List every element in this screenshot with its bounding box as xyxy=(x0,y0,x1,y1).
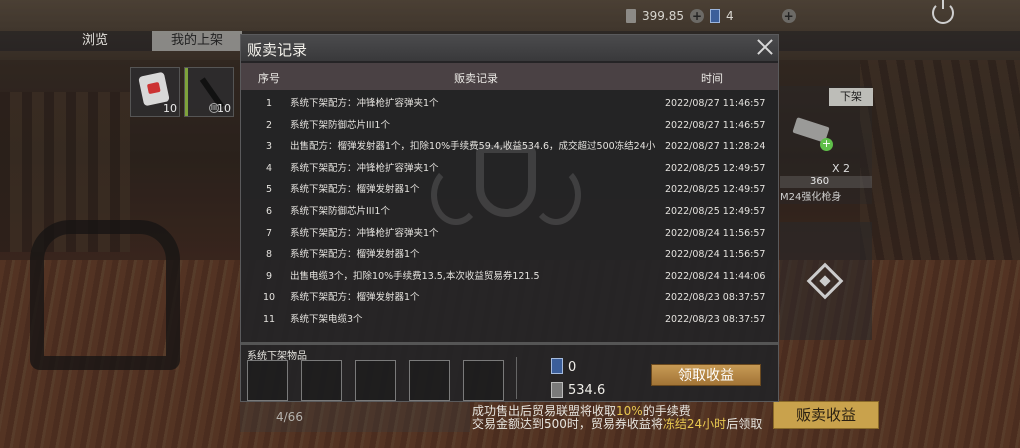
modal-divider xyxy=(241,342,778,345)
ticket-count: 4 xyxy=(726,9,734,23)
row-time: 2022/08/24 11:44:06 xyxy=(665,270,766,282)
item-count: 10 xyxy=(217,102,231,115)
row-number: 11 xyxy=(262,313,276,325)
row-record: 系统下架配方：榴弹发射器1个 xyxy=(290,249,420,261)
table-row: 11 系统下架电缆3个 2022/08/23 08:37:57 xyxy=(241,309,778,331)
table-row: 5 系统下架配方：榴弹发射器1个 2022/08/25 12:49:57 xyxy=(241,179,778,201)
currency-icon xyxy=(551,382,563,398)
row-time: 2022/08/25 12:49:57 xyxy=(665,184,766,196)
claim-earnings-button[interactable]: 领取收益 xyxy=(651,364,761,386)
row-record: 系统下架配方：冲锋枪扩容弹夹1个 xyxy=(290,227,439,239)
ticket-icon xyxy=(710,9,720,23)
item-count: 10 xyxy=(163,102,177,115)
row-time: 2022/08/27 11:46:57 xyxy=(665,119,766,131)
delisted-item-slot[interactable] xyxy=(301,360,342,401)
inventory-slot[interactable]: 10 xyxy=(130,67,180,117)
add-ticket-button[interactable]: + xyxy=(781,9,796,23)
row-record: 出售电缆3个，扣除10%手续费13.5,本次收益贸易券121.5 xyxy=(290,270,540,282)
column-header-no: 序号 xyxy=(258,72,280,85)
table-row: 6 系统下架防御芯片III1个 2022/08/25 12:49:57 xyxy=(241,201,778,223)
row-time: 2022/08/25 12:49:57 xyxy=(665,162,766,174)
row-number: 8 xyxy=(265,249,273,261)
row-record: 出售配方：榴弹发射器1个，扣除10%手续费59.4,收益534.6，成交超过50… xyxy=(290,141,656,153)
row-record: 系统下架配方：榴弹发射器1个 xyxy=(290,292,420,304)
record-list[interactable]: 1 系统下架配方：冲锋枪扩容弹夹1个 2022/08/27 11:46:57 2 系统… xyxy=(241,93,778,343)
add-currency-button[interactable]: + xyxy=(690,9,704,23)
fee-text: 交易金额达到500时，贸易券收益将 xyxy=(472,417,663,431)
row-record: 系统下架配方：冲锋枪扩容弹夹1个 xyxy=(290,162,439,174)
table-row: 4 系统下架配方：冲锋枪扩容弹夹1个 2022/08/25 12:49:57 xyxy=(241,158,778,180)
top-hud: 399.85 + 4 + xyxy=(626,4,796,28)
delist-button[interactable]: 下架 xyxy=(829,88,873,106)
add-icon: + xyxy=(820,137,833,151)
row-time: 2022/08/23 08:37:57 xyxy=(665,313,766,325)
row-number: 10 xyxy=(262,292,276,304)
sales-record-modal: 贩卖记录 序号 贩卖记录 时间 1 系统下架配方：冲锋枪扩容弹夹1个 2022/08… xyxy=(240,34,779,402)
row-record: 系统下架电缆3个 xyxy=(290,313,363,325)
table-row: 7 系统下架配方：冲锋枪扩容弹夹1个 2022/08/24 11:56:57 xyxy=(241,223,778,245)
modal-header: 贩卖记录 xyxy=(241,35,778,61)
row-time: 2022/08/27 11:46:57 xyxy=(665,98,766,109)
row-number: 7 xyxy=(265,227,273,239)
item-name: M24强化枪身 xyxy=(780,192,842,203)
delisted-item-slot[interactable] xyxy=(247,360,288,401)
fee-text: 成功售出后贸易联盟将收取 xyxy=(472,404,617,418)
row-number: 1 xyxy=(265,98,273,109)
delisted-item-slot[interactable] xyxy=(463,360,504,401)
table-row: 2 系统下架防御芯片III1个 2022/08/27 11:46:57 xyxy=(241,115,778,137)
table-row: 8 系统下架配方：榴弹发射器1个 2022/08/24 11:56:57 xyxy=(241,244,778,266)
row-number: 3 xyxy=(265,141,273,153)
row-record: 系统下架配方：冲锋枪扩容弹夹1个 xyxy=(290,98,439,109)
table-row: 3 出售配方：榴弹发射器1个，扣除10%手续费59.4,收益534.6，成交超过5… xyxy=(241,136,778,158)
sort-icon xyxy=(806,262,844,300)
column-header-time: 时间 xyxy=(701,72,723,85)
fee-notice: 成功售出后贸易联盟将收取10%的手续费 交易金额达到500时，贸易券收益将冻结2… xyxy=(472,405,762,431)
tab-my-listings[interactable]: 我的上架 xyxy=(152,31,242,51)
footer-strip xyxy=(240,402,470,432)
row-number: 6 xyxy=(265,205,273,217)
power-icon[interactable] xyxy=(932,0,954,24)
row-time: 2022/08/23 08:37:57 xyxy=(665,292,766,304)
delisted-item-slot[interactable] xyxy=(355,360,396,401)
sales-earnings-button[interactable]: 贩卖收益 xyxy=(773,401,879,429)
item-quantity: X 2 xyxy=(832,162,851,175)
row-record: 系统下架防御芯片III1个 xyxy=(290,205,390,217)
table-row: 1 系统下架配方：冲锋枪扩容弹夹1个 2022/08/27 11:46:57 xyxy=(241,93,778,115)
row-number: 4 xyxy=(265,162,273,174)
fee-text: 的手续费 xyxy=(642,404,691,418)
row-number: 5 xyxy=(265,184,273,196)
sort-panel[interactable] xyxy=(780,222,872,340)
fee-highlight: 冻结24小时 xyxy=(662,417,727,431)
trade-ticket-icon xyxy=(551,358,563,374)
table-header: 序号 贩卖记录 时间 xyxy=(241,63,778,90)
row-time: 2022/08/24 11:56:57 xyxy=(665,227,766,239)
modal-title: 贩卖记录 xyxy=(247,41,308,59)
listing-page-count: 4/66 xyxy=(276,410,303,424)
row-time: 2022/08/27 11:28:24 xyxy=(665,141,766,153)
section-divider xyxy=(516,357,517,399)
row-time: 2022/08/25 12:49:57 xyxy=(665,205,766,217)
ticket-earnings: 0 xyxy=(568,360,577,375)
currency-balance: 399.85 xyxy=(642,9,684,23)
table-row: 9 出售电缆3个，扣除10%手续费13.5,本次收益贸易券121.5 2022/08… xyxy=(241,266,778,288)
fee-highlight: 10% xyxy=(616,404,643,418)
row-time: 2022/08/24 11:56:57 xyxy=(665,249,766,261)
currency-earnings: 534.6 xyxy=(568,383,606,398)
currency-icon xyxy=(626,9,636,23)
table-row: 10 系统下架配方：榴弹发射器1个 2022/08/23 08:37:57 xyxy=(241,287,778,309)
close-icon[interactable] xyxy=(756,38,774,56)
row-record: 系统下架防御芯片III1个 xyxy=(290,119,390,131)
rarity-bar xyxy=(185,68,188,116)
column-header-record: 贩卖记录 xyxy=(454,72,498,85)
row-number: 9 xyxy=(265,270,273,282)
delisted-item-slot[interactable] xyxy=(409,360,450,401)
fee-text: 后领取 xyxy=(726,417,763,431)
inventory-slot[interactable]: III 10 xyxy=(184,67,234,117)
row-record: 系统下架配方：榴弹发射器1个 xyxy=(290,184,420,196)
row-number: 2 xyxy=(265,119,273,131)
item-price: 360 xyxy=(780,176,872,188)
tab-browse[interactable]: 浏览 xyxy=(60,31,130,51)
